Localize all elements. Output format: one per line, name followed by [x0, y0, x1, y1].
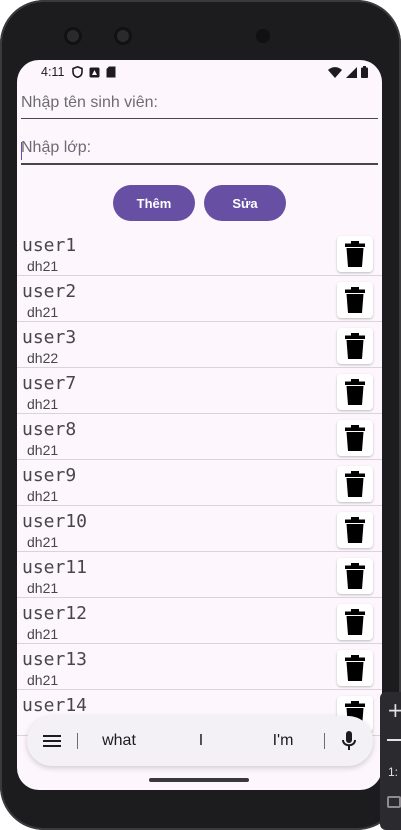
delete-button[interactable] — [337, 512, 373, 548]
student-name-input[interactable]: Nhập tên sinh viên: — [21, 94, 378, 119]
delete-button[interactable] — [337, 466, 373, 502]
student-class: dh21 — [27, 442, 59, 458]
sim-card-icon — [106, 66, 116, 78]
suggestion-word[interactable]: I — [160, 732, 242, 750]
student-name: user14 — [22, 695, 88, 716]
list-item[interactable]: user10 dh21 — [17, 506, 382, 552]
trash-icon — [345, 287, 365, 313]
class-placeholder: Nhập lớp: — [21, 139, 92, 156]
list-item[interactable]: user2 dh21 — [17, 276, 382, 322]
list-item[interactable]: user12 dh21 — [17, 598, 382, 644]
student-name: user12 — [22, 603, 88, 624]
status-icons-left — [72, 66, 116, 78]
student-name: user3 — [22, 327, 77, 348]
front-camera-icon — [256, 29, 270, 43]
student-class: dh21 — [27, 488, 59, 504]
trash-icon — [345, 333, 365, 359]
student-class: dh21 — [27, 626, 59, 642]
student-name-placeholder: Nhập tên sinh viên: — [21, 94, 158, 111]
zoom-out-icon[interactable] — [387, 739, 401, 741]
screenshot-icon[interactable] — [387, 796, 401, 808]
student-name: user11 — [22, 557, 88, 578]
student-list: user1 dh21 user2 dh21 user3 dh22 user7 d… — [17, 230, 382, 736]
student-name: user10 — [22, 511, 88, 532]
student-name: user8 — [22, 419, 77, 440]
delete-button[interactable] — [337, 650, 373, 686]
student-class: dh21 — [27, 304, 59, 320]
trash-icon — [345, 563, 365, 589]
zoom-ratio-label: 1: — [388, 765, 399, 779]
list-item[interactable]: user9 dh21 — [17, 460, 382, 506]
list-item[interactable]: user1 dh21 — [17, 230, 382, 276]
delete-button[interactable] — [337, 558, 373, 594]
status-time: 4:11 — [41, 65, 65, 79]
shield-icon — [72, 66, 84, 78]
delete-button[interactable] — [337, 282, 373, 318]
status-icons-right — [328, 66, 368, 78]
list-item[interactable]: user7 dh21 — [17, 368, 382, 414]
notification-icon — [89, 67, 100, 77]
app-screen: 4:11 Nhập tên sinh viên: Nhập lớp: Thêm … — [17, 60, 382, 790]
edit-button[interactable]: Sửa — [204, 185, 286, 221]
suggestion-word[interactable]: I'm — [242, 732, 324, 750]
student-class: dh21 — [27, 396, 59, 412]
delete-button[interactable] — [337, 604, 373, 640]
signal-icon — [346, 66, 357, 78]
emulator-side-toolbar: + 1: — [380, 692, 401, 830]
camera-lens-icon — [114, 27, 132, 45]
home-indicator[interactable] — [149, 778, 249, 782]
menu-icon — [43, 735, 61, 747]
class-input[interactable]: Nhập lớp: — [21, 139, 378, 165]
student-class: dh21 — [27, 580, 59, 596]
suggestion-word[interactable]: what — [78, 732, 160, 750]
text-cursor — [21, 142, 22, 160]
student-class: dh21 — [27, 672, 59, 688]
student-name: user13 — [22, 649, 88, 670]
microphone-icon — [342, 731, 356, 750]
camera-lens-icon — [64, 27, 82, 45]
trash-icon — [345, 241, 365, 267]
student-name: user9 — [22, 465, 77, 486]
delete-button[interactable] — [337, 420, 373, 456]
trash-icon — [345, 609, 365, 635]
student-class: dh21 — [27, 534, 59, 550]
voice-input-button[interactable] — [325, 731, 373, 751]
trash-icon — [345, 655, 365, 681]
student-name: user2 — [22, 281, 77, 302]
add-button[interactable]: Thêm — [113, 185, 195, 221]
student-class: dh22 — [27, 350, 59, 366]
keyboard-suggestion-bar: what I I'm — [27, 716, 373, 766]
list-item[interactable]: user3 dh22 — [17, 322, 382, 368]
student-name: user1 — [22, 235, 77, 256]
list-item[interactable]: user11 dh21 — [17, 552, 382, 598]
delete-button[interactable] — [337, 236, 373, 272]
trash-icon — [345, 471, 365, 497]
battery-icon — [361, 66, 368, 78]
student-name: user7 — [22, 373, 77, 394]
trash-icon — [345, 379, 365, 405]
keyboard-menu-button[interactable] — [27, 734, 77, 748]
trash-icon — [345, 517, 365, 543]
student-class: dh21 — [27, 258, 59, 274]
delete-button[interactable] — [337, 374, 373, 410]
zoom-in-icon[interactable]: + — [387, 698, 401, 722]
delete-button[interactable] — [337, 328, 373, 364]
wifi-icon — [328, 66, 342, 78]
list-item[interactable]: user8 dh21 — [17, 414, 382, 460]
list-item[interactable]: user13 dh21 — [17, 644, 382, 690]
status-bar: 4:11 — [17, 60, 382, 84]
trash-icon — [345, 425, 365, 451]
